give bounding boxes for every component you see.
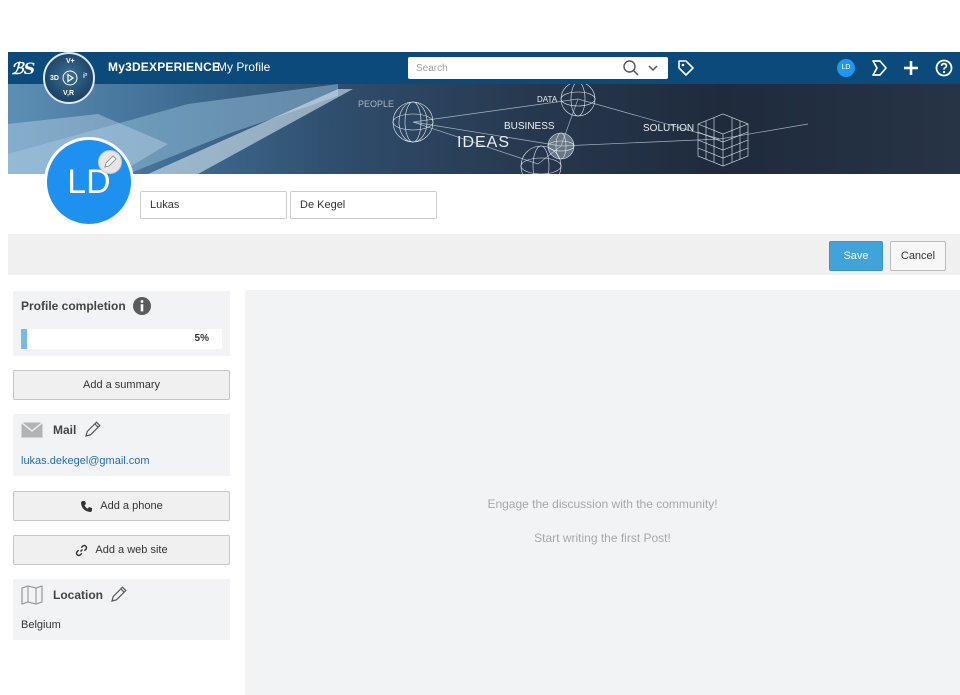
app-subtitle: My Profile (217, 60, 271, 74)
search-box (408, 57, 668, 79)
location-card: Location Belgium (13, 579, 230, 640)
feed-first-post-prompt: Start writing the first Post! (534, 531, 671, 545)
mail-card: Mail lukas.dekegel@gmail.com (13, 414, 230, 476)
banner-artwork (8, 84, 809, 174)
play-icon (62, 70, 78, 86)
mail-title: Mail (53, 423, 77, 437)
feed-empty-message: Engage the discussion with the community… (487, 497, 718, 511)
mail-icon (21, 422, 43, 438)
tag-icon[interactable] (676, 58, 696, 78)
plus-icon[interactable] (901, 58, 921, 78)
compass-icon[interactable]: V+ 3D i² V,R (43, 52, 95, 104)
banner-word-ideas: IDEAS (457, 134, 511, 151)
info-icon[interactable] (132, 296, 152, 316)
compass-bottom-label: V,R (63, 90, 75, 97)
add-phone-button[interactable]: Add a phone (13, 491, 230, 521)
app-title: My3DEXPERIENCE (108, 60, 221, 74)
save-button[interactable]: Save (829, 241, 883, 271)
first-name-input[interactable] (140, 191, 287, 219)
chevron-down-icon[interactable] (646, 61, 660, 75)
banner-word-data: DATA (537, 95, 558, 104)
profile-banner: PEOPLE DATA BUSINESS SOLUTION IDEAS (8, 84, 960, 174)
last-name-input[interactable] (290, 191, 437, 219)
top-bar: ℬS V+ 3D i² V,R My3DEXPERIENCE My Profil… (8, 52, 960, 104)
location-value: Belgium (21, 619, 61, 631)
profile-completion-title: Profile completion (21, 299, 126, 313)
completion-progress-fill (21, 329, 27, 349)
app-root: ℬS V+ 3D i² V,R My3DEXPERIENCE My Profil… (0, 0, 960, 695)
search-icon[interactable] (622, 59, 640, 77)
compass-left-label: 3D (50, 75, 59, 82)
banner-word-business: BUSINESS (504, 121, 555, 132)
compass-top-label: V+ (66, 58, 75, 65)
edit-avatar-button[interactable] (98, 150, 122, 174)
phone-icon (81, 500, 93, 512)
edit-location-pencil-icon[interactable] (109, 584, 129, 604)
pencil-icon (104, 155, 117, 168)
location-title: Location (53, 588, 103, 602)
completion-progress-bar: 5% (21, 329, 222, 349)
banner-word-people: PEOPLE (358, 99, 395, 109)
compass-right-label: i² (83, 73, 88, 80)
community-feed: Engage the discussion with the community… (245, 290, 960, 695)
completion-percent: 5% (194, 333, 209, 344)
add-phone-label: Add a phone (100, 500, 163, 512)
search-input[interactable] (408, 57, 608, 79)
add-website-button[interactable]: Add a web site (13, 535, 230, 565)
help-icon[interactable] (934, 58, 954, 78)
banner-word-solution: SOLUTION (643, 123, 695, 134)
map-icon (21, 585, 43, 605)
user-avatar[interactable]: LD (837, 59, 855, 77)
link-icon (76, 544, 88, 556)
profile-completion-card: Profile completion 5% (13, 291, 230, 356)
brand-logo-icon[interactable]: ℬS (10, 55, 36, 81)
add-summary-label: Add a summary (82, 379, 161, 391)
add-summary-button[interactable]: Add a summary (13, 370, 230, 400)
action-bar: Save Cancel (8, 234, 960, 275)
cancel-button[interactable]: Cancel (890, 241, 946, 271)
add-website-label: Add a web site (95, 544, 168, 556)
svg-text:ℬS: ℬS (11, 59, 35, 78)
mail-address-link[interactable]: lukas.dekegel@gmail.com (21, 455, 150, 467)
share-icon[interactable] (869, 58, 889, 78)
edit-mail-pencil-icon[interactable] (83, 419, 103, 439)
